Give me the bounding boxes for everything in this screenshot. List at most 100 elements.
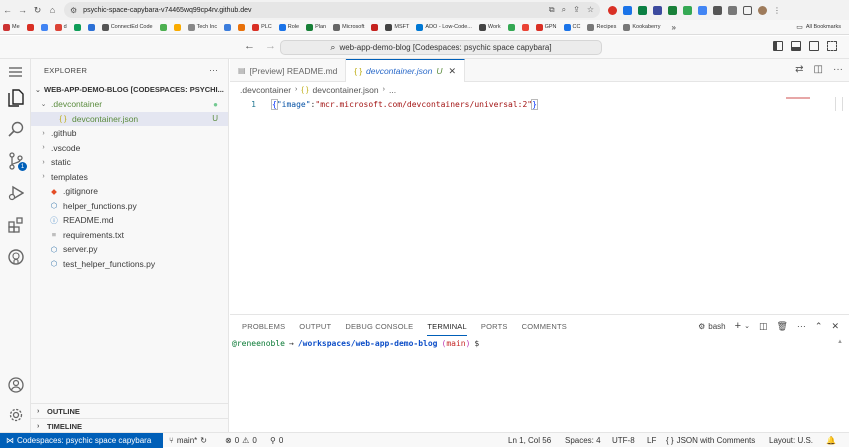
tab-terminal[interactable]: TERMINAL [427,315,467,338]
extension-icon[interactable] [653,5,662,15]
code-text[interactable]: {"image":"mcr.microsoft.com/devcontainer… [271,98,538,110]
tree-folder[interactable]: ⌄ .devcontainer ● [31,97,228,112]
extension-icon[interactable] [683,5,692,15]
maximize-panel-icon[interactable]: ⌃ [815,321,823,332]
source-control-icon[interactable]: 1 [6,151,27,171]
breadcrumb-folder[interactable]: .devcontainer [240,85,291,95]
branch-indicator[interactable]: ⑂ main* ↻ [169,433,207,448]
bookmark-item[interactable] [371,23,379,31]
split-terminal-icon[interactable]: ◫ [759,321,768,332]
ports-indicator[interactable]: ⚲ 0 [270,433,283,448]
tab-ports[interactable]: PORTS [481,315,508,338]
open-changes-icon[interactable]: ⇄ [795,64,803,75]
site-info-icon[interactable]: ⚙ [70,6,77,15]
tree-folder[interactable]: › templates [31,170,228,185]
toggle-panel-icon[interactable] [791,41,801,51]
tree-folder[interactable]: › .vscode [31,141,228,156]
star-icon[interactable]: ☆ [587,5,594,15]
forward-icon[interactable]: → [15,5,30,15]
problems-indicator[interactable]: ⊗ 0 ⚠ 0 [225,433,257,448]
bookmark-item[interactable] [507,23,515,31]
breadcrumb-symbol[interactable]: ... [389,85,396,95]
chevron-down-icon[interactable]: ⌄ [744,322,750,330]
bookmark-item[interactable]: GPN [535,23,557,31]
bookmark-item[interactable]: PLC [252,23,272,31]
encoding[interactable]: UTF-8 [612,433,635,448]
home-icon[interactable]: ⌂ [45,5,60,15]
close-panel-icon[interactable]: ✕ [831,321,839,332]
tree-file[interactable]: ≡ requirements.txt [31,228,228,243]
extension-icon[interactable] [623,5,632,15]
browser-menu-icon[interactable]: ⋮ [773,6,781,15]
breadcrumb-file[interactable]: devcontainer.json [312,85,378,95]
bookmark-item[interactable] [40,23,48,31]
bookmark-item[interactable] [159,23,167,31]
bookmark-item[interactable]: Microsoft [333,23,364,31]
install-app-icon[interactable]: ⧉ [549,5,555,15]
tab-problems[interactable]: PROBLEMS [242,315,285,338]
tab-devcontainer-json[interactable]: { } devcontainer.json U ✕ [346,59,465,82]
toggle-primary-sidebar-icon[interactable] [773,41,783,51]
more-actions-icon[interactable]: ··· [797,321,806,331]
bookmark-item[interactable] [26,23,34,31]
run-and-debug-icon[interactable] [6,183,25,202]
tab-readme-preview[interactable]: ▤ [Preview] README.md [230,59,347,82]
keyboard-layout[interactable]: Layout: U.S. [769,433,813,448]
extension-icon[interactable] [713,5,722,15]
back-icon[interactable]: ← [0,5,15,15]
extension-icon[interactable] [668,5,677,15]
explorer-icon[interactable] [6,88,25,107]
extension-icon[interactable] [608,5,617,15]
split-editor-icon[interactable]: ◫ [814,64,823,75]
menu-icon[interactable] [6,62,25,81]
bookmark-item[interactable] [87,23,95,31]
go-forward-icon[interactable]: → [265,40,276,52]
bookmark-item[interactable] [224,23,232,31]
bookmark-item[interactable] [238,23,246,31]
bookmark-item[interactable]: Kookaberry [623,23,661,31]
go-back-icon[interactable]: ← [244,40,255,52]
bookmark-item[interactable]: Recipes [587,23,616,31]
bookmark-item[interactable]: d [54,23,67,31]
bookmark-item[interactable]: Tech Inc [187,23,217,31]
search-icon[interactable] [6,119,25,138]
cursor-position[interactable]: Ln 1, Col 56 [508,433,551,448]
more-actions-icon[interactable]: ··· [209,65,218,75]
terminal-scroll-arrow-icon[interactable]: ▲ [837,339,843,345]
remote-indicator[interactable]: ⋈ Codespaces: psychic space capybara [0,433,163,448]
notifications-icon[interactable]: 🔔 [826,433,836,448]
extension-icon[interactable] [698,5,707,15]
tab-comments[interactable]: COMMENTS [522,315,567,338]
customize-layout-icon[interactable] [827,41,837,51]
more-bookmarks-icon[interactable]: » [672,23,676,32]
manage-gear-icon[interactable] [6,405,25,424]
accounts-icon[interactable] [6,375,25,394]
terminal-prompt[interactable]: @reneenoble → /workspaces/web-app-demo-b… [232,339,479,348]
extension-icon[interactable] [638,5,647,15]
reload-icon[interactable]: ↻ [30,5,45,16]
bookmark-item[interactable]: MSFT [385,23,409,31]
language-mode[interactable]: { } JSON with Comments [666,433,755,448]
address-bar[interactable]: ⚙ psychic-space-capybara-v74465wq99cp4rv… [64,2,600,18]
github-icon[interactable] [6,247,25,266]
kill-terminal-icon[interactable]: 🗑 [776,321,787,332]
all-bookmarks-folder[interactable]: ▭ All Bookmarks [796,23,841,31]
tree-folder[interactable]: › static [31,155,228,170]
profile-avatar[interactable] [758,5,767,15]
bookmark-item[interactable]: ADO - Low-Code... [416,23,472,31]
toggle-secondary-sidebar-icon[interactable] [809,41,819,51]
bookmark-item[interactable]: Plan [306,23,326,31]
bookmark-item[interactable]: Me [3,23,20,31]
indentation[interactable]: Spaces: 4 [565,433,601,448]
new-terminal-icon[interactable]: + [735,320,741,332]
more-actions-icon[interactable]: ··· [833,64,843,75]
command-center[interactable]: ⌕ web-app-demo-blog [Codespaces: psychic… [280,40,602,55]
extensions-icon[interactable] [6,215,25,234]
bookmark-item[interactable]: Role [278,23,299,31]
tree-file[interactable]: ◆ .gitignore [31,184,228,199]
tree-file[interactable]: ⬡ test_helper_functions.py [31,257,228,272]
minimap[interactable] [786,97,810,99]
tab-debug-console[interactable]: DEBUG CONSOLE [345,315,413,338]
tree-file[interactable]: ⬡ helper_functions.py [31,199,228,214]
workspace-root-folder[interactable]: ⌄ WEB-APP-DEMO-BLOG [CODESPACES: PSYCHI.… [31,82,228,97]
